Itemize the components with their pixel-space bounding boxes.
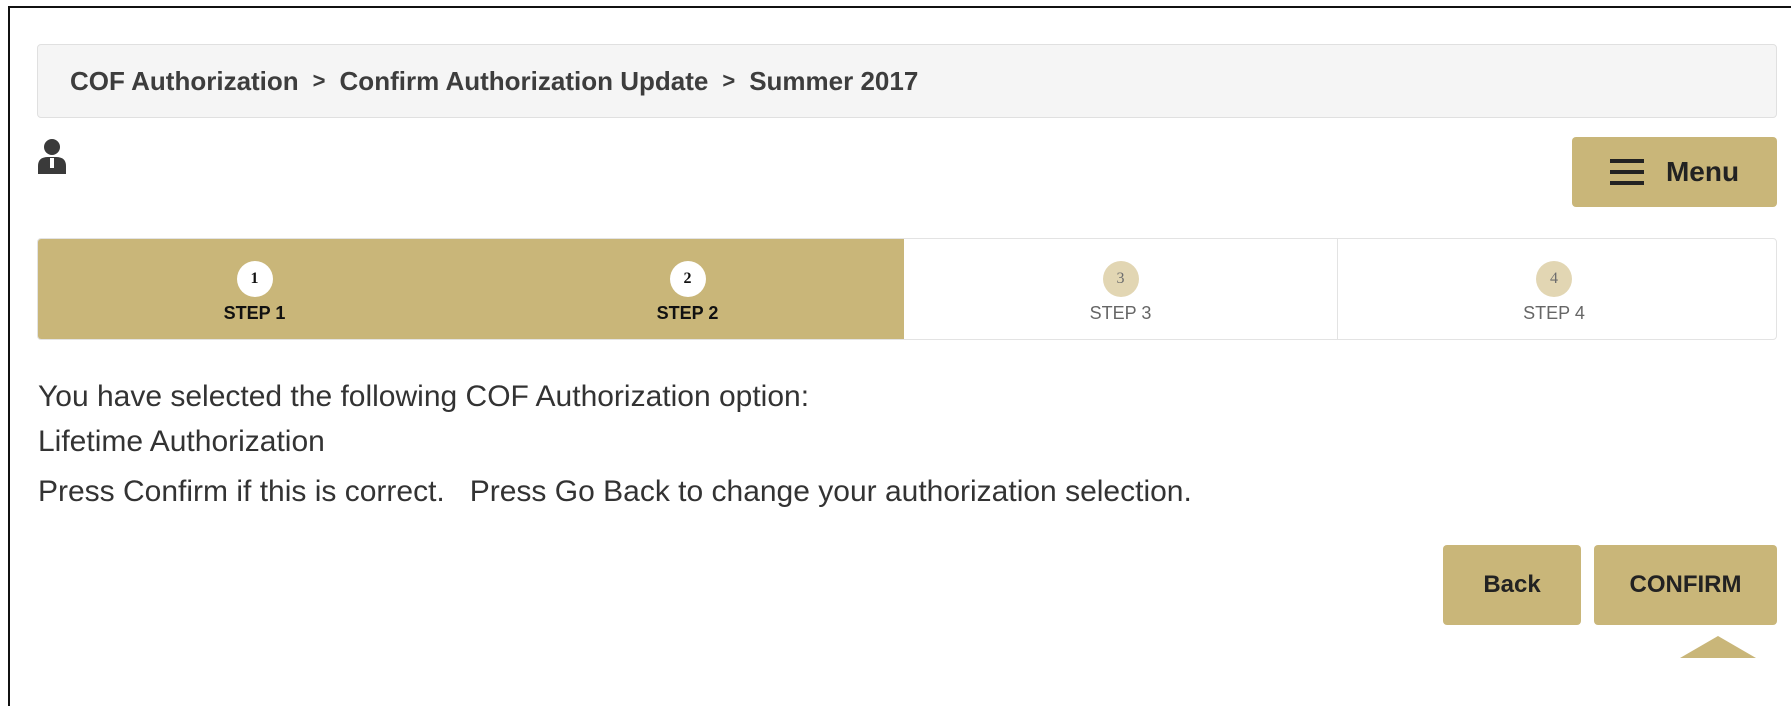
step-number: 4: [1536, 260, 1572, 297]
breadcrumb-separator: >: [722, 68, 736, 93]
breadcrumb-item-confirm-update[interactable]: Confirm Authorization Update: [340, 66, 709, 97]
step-number: 1: [236, 260, 273, 297]
step-progress: 1 STEP 1 2 STEP 2 3 STEP 3 4 STEP 4: [37, 238, 1777, 340]
instruction-text: Press Confirm if this is correct. Press …: [38, 475, 1192, 508]
step-number: 2: [669, 260, 706, 297]
selected-option-text: Lifetime Authorization: [38, 425, 325, 458]
step-number: 3: [1102, 260, 1139, 297]
step-label: STEP 2: [656, 302, 719, 323]
breadcrumb-separator: >: [312, 68, 326, 93]
step-1: 1 STEP 1: [38, 239, 471, 339]
step-label: STEP 1: [223, 302, 286, 323]
breadcrumb-item-cof-authorization[interactable]: COF Authorization: [70, 66, 299, 97]
pointer-arrow-icon: [1680, 636, 1756, 658]
breadcrumb: COF Authorization > Confirm Authorizatio…: [37, 44, 1777, 118]
confirm-button[interactable]: CONFIRM: [1594, 545, 1777, 625]
step-3: 3 STEP 3: [904, 239, 1337, 339]
step-label: STEP 3: [1089, 302, 1152, 323]
user-icon: [36, 138, 68, 174]
breadcrumb-item-term: Summer 2017: [749, 65, 919, 96]
back-button[interactable]: Back: [1443, 545, 1581, 625]
step-label: STEP 4: [1523, 302, 1585, 323]
selection-intro-text: You have selected the following COF Auth…: [38, 380, 810, 413]
menu-button[interactable]: Menu: [1572, 137, 1777, 207]
step-4: 4 STEP 4: [1337, 239, 1770, 339]
menu-label: Menu: [1665, 156, 1740, 187]
step-2: 2 STEP 2: [471, 239, 904, 339]
hamburger-icon: [1609, 159, 1644, 185]
